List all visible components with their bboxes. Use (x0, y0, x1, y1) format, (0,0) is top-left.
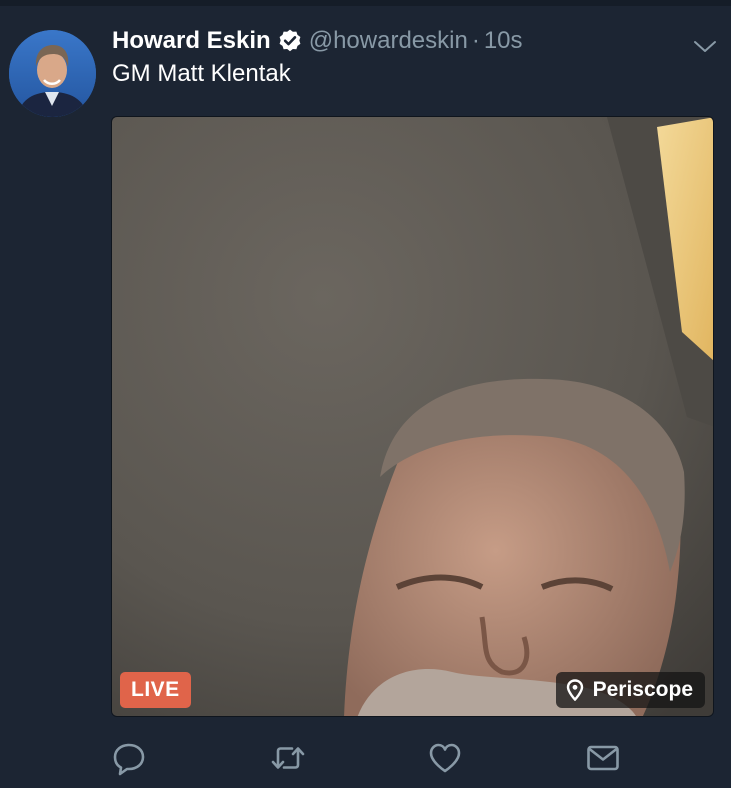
like-icon[interactable] (427, 740, 463, 776)
tweet-timestamp[interactable]: 10s (484, 27, 523, 55)
verified-badge-icon (277, 28, 303, 54)
video-frame (112, 117, 713, 716)
direct-message-icon[interactable] (585, 740, 621, 776)
avatar-image (9, 30, 96, 117)
avatar[interactable] (9, 30, 96, 117)
author-handle[interactable]: @howardeskin (309, 27, 468, 55)
retweet-icon[interactable] (270, 740, 306, 776)
tweet-actions (0, 740, 731, 780)
author-display-name[interactable]: Howard Eskin (112, 27, 271, 55)
periscope-video[interactable]: LIVE Periscope (111, 116, 714, 717)
tweet: Howard Eskin @howardeskin · 10s GM Matt … (0, 6, 731, 788)
reply-icon[interactable] (111, 740, 147, 776)
chevron-down-icon[interactable] (693, 34, 717, 58)
separator-dot: · (471, 27, 480, 54)
tweet-text: GM Matt Klentak (112, 60, 291, 87)
location-pin-icon (566, 679, 583, 701)
periscope-label: Periscope (592, 678, 693, 701)
live-badge: LIVE (120, 672, 191, 708)
periscope-badge[interactable]: Periscope (555, 672, 705, 708)
tweet-header: Howard Eskin @howardeskin · 10s (112, 25, 523, 57)
